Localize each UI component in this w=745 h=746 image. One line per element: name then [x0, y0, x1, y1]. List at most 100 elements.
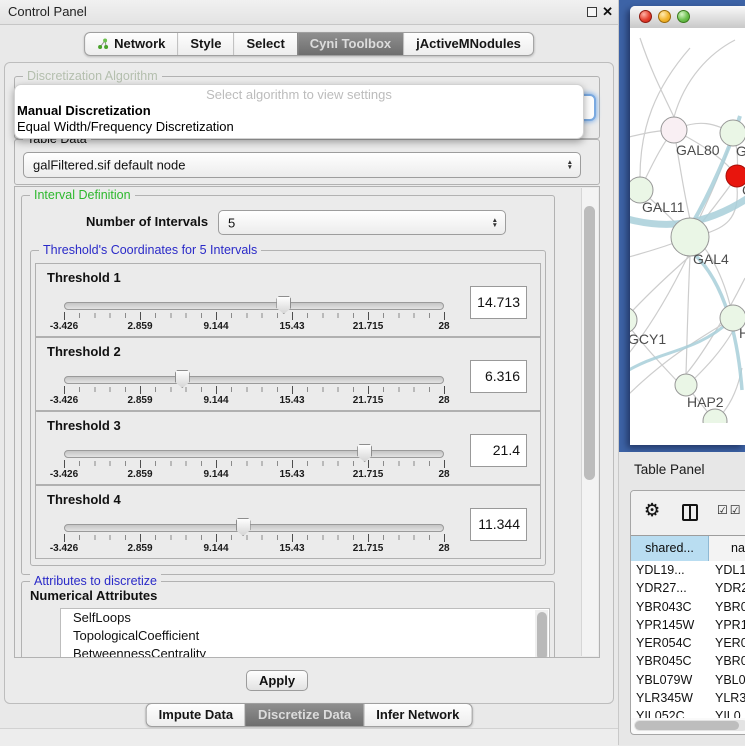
attribute-list-item[interactable]: TopologicalCoefficient [61, 627, 549, 645]
slider-tick-label: 15.43 [279, 321, 304, 332]
list-scrollbar-thumb[interactable] [537, 612, 547, 658]
dropdown-option-equal-width[interactable]: Equal Width/Frequency Discretization [15, 119, 583, 135]
slider-tick-label: 21.715 [353, 469, 384, 480]
graph-edge[interactable] [640, 38, 674, 117]
cell-shared-name[interactable]: YLR345W [631, 689, 709, 707]
cell-name[interactable]: YIL0 [709, 707, 745, 718]
graph-edge[interactable] [630, 320, 676, 380]
window-zoom-button[interactable] [677, 10, 690, 23]
table-row[interactable]: YLR345WYLR3 [631, 689, 745, 707]
window-minimize-button[interactable] [658, 10, 671, 23]
thresholds-group-title: Threshold's Coordinates for 5 Intervals [39, 243, 261, 257]
number-of-intervals-combobox[interactable]: 5 ▲▼ [218, 210, 506, 235]
cell-name[interactable]: YPR1 [709, 616, 745, 634]
settings-scrollbar[interactable] [581, 188, 598, 656]
table-row[interactable]: YDL19...YDL1 [631, 561, 745, 579]
graph-edge[interactable] [630, 256, 690, 320]
slider-thumb[interactable] [357, 444, 372, 462]
table-row[interactable]: YER054CYER0 [631, 634, 745, 652]
graph-node[interactable] [675, 374, 697, 396]
settings-scrollbar-thumb[interactable] [584, 206, 595, 480]
table-row[interactable]: YBR043CYBR0 [631, 598, 745, 616]
tab-select[interactable]: Select [233, 33, 296, 55]
threshold-value-field[interactable]: 6.316 [470, 360, 527, 393]
cell-shared-name[interactable]: YDR27... [631, 579, 709, 597]
cell-shared-name[interactable]: YER054C [631, 634, 709, 652]
slider-tick-label: 28 [438, 469, 449, 480]
tab-jactivemnodules-label: jActiveMNodules [416, 36, 521, 51]
attribute-list-item[interactable]: BetweennessCentrality [61, 645, 549, 658]
cell-name[interactable]: YLR3 [709, 689, 745, 707]
table-row[interactable]: YIL052CYIL0 [631, 707, 745, 718]
column-header-shared-name[interactable]: shared... [631, 536, 709, 561]
cell-shared-name[interactable]: YBR045C [631, 652, 709, 670]
cell-name[interactable]: YBR0 [709, 652, 745, 670]
column-header-name[interactable]: na [709, 536, 745, 561]
bottom-strip [0, 728, 618, 746]
cell-name[interactable]: YDL1 [709, 561, 745, 579]
table-row[interactable]: YBR045CYBR0 [631, 652, 745, 670]
cell-shared-name[interactable]: YBL079W [631, 671, 709, 689]
table-horizontal-scrollbar[interactable] [634, 720, 745, 731]
threshold-slider[interactable]: -3.4262.8599.14415.4321.71528 [64, 370, 444, 406]
graph-edge[interactable] [686, 256, 690, 374]
tab-impute-data[interactable]: Impute Data [147, 704, 245, 726]
slider-track[interactable] [64, 376, 444, 384]
node-table: ⚙ ☑☑ shared... na YDL19...YDL1YDR27...YD… [630, 490, 745, 735]
dropdown-option-manual[interactable]: Manual Discretization [15, 103, 583, 119]
apply-button[interactable]: Apply [246, 670, 308, 691]
network-window-titlebar[interactable] [630, 6, 745, 29]
tab-jactivemnodules[interactable]: jActiveMNodules [403, 33, 533, 55]
table-data-combobox[interactable]: galFiltered.sif default node ▲▼ [23, 152, 581, 178]
threshold-value-field[interactable]: 11.344 [470, 508, 527, 541]
slider-thumb[interactable] [276, 296, 291, 314]
close-icon[interactable]: ✕ [602, 4, 613, 20]
tab-infer-network[interactable]: Infer Network [363, 704, 471, 726]
tab-discretize-data[interactable]: Discretize Data [245, 704, 363, 726]
control-panel-titlebar: Control Panel ✕ [0, 0, 618, 25]
cell-name[interactable]: YBL0 [709, 671, 745, 689]
cell-shared-name[interactable]: YIL052C [631, 707, 709, 718]
gear-icon[interactable]: ⚙ [644, 500, 660, 521]
network-canvas[interactable]: GAL80GACGAL11GAL4GCY1HHAP2 [630, 28, 745, 423]
slider-track[interactable] [64, 450, 444, 458]
table-header-row: shared... na [631, 535, 745, 562]
network-graph: GAL80GACGAL11GAL4GCY1HHAP2 [630, 28, 745, 423]
table-row[interactable]: YPR145WYPR1 [631, 616, 745, 634]
list-scrollbar[interactable] [535, 610, 548, 658]
cell-name[interactable]: YER0 [709, 634, 745, 652]
threshold-value-field[interactable]: 14.713 [470, 286, 527, 319]
graph-node[interactable] [630, 307, 637, 333]
slider-thumb[interactable] [175, 370, 190, 388]
cell-shared-name[interactable]: YBR043C [631, 598, 709, 616]
cell-shared-name[interactable]: YPR145W [631, 616, 709, 634]
table-row[interactable]: YBL079WYBL0 [631, 671, 745, 689]
graph-edge[interactable] [674, 40, 735, 117]
attribute-list-item[interactable]: SelfLoops [61, 609, 549, 627]
cell-name[interactable]: YBR0 [709, 598, 745, 616]
slider-thumb[interactable] [236, 518, 251, 536]
checkbox-icons[interactable]: ☑☑ [717, 503, 743, 517]
float-window-icon[interactable] [587, 7, 597, 17]
table-panel-title: Table Panel [634, 462, 705, 477]
graph-node[interactable] [661, 117, 687, 143]
numerical-attributes-list[interactable]: SelfLoopsTopologicalCoefficientBetweenne… [60, 608, 550, 658]
split-columns-icon[interactable] [682, 504, 698, 521]
table-scrollbar-thumb[interactable] [635, 721, 739, 730]
cell-name[interactable]: YDR2 [709, 579, 745, 597]
slider-tick-label: 9.144 [203, 321, 228, 332]
window-close-button[interactable] [639, 10, 652, 23]
threshold-slider[interactable]: -3.4262.8599.14415.4321.71528 [64, 518, 444, 554]
tab-network[interactable]: Network [85, 33, 177, 55]
tab-style[interactable]: Style [177, 33, 233, 55]
network-window[interactable]: GAL80GACGAL11GAL4GCY1HHAP2 [630, 6, 745, 445]
cell-shared-name[interactable]: YDL19... [631, 561, 709, 579]
threshold-slider[interactable]: -3.4262.8599.14415.4321.71528 [64, 444, 444, 480]
threshold-slider[interactable]: -3.4262.8599.14415.4321.71528 [64, 296, 444, 332]
slider-track[interactable] [64, 302, 444, 310]
combo-stepper-icon: ▲▼ [567, 160, 573, 170]
tab-cyni-toolbox[interactable]: Cyni Toolbox [297, 33, 403, 55]
table-row[interactable]: YDR27...YDR2 [631, 579, 745, 597]
threshold-value-field[interactable]: 21.4 [470, 434, 527, 467]
slider-track[interactable] [64, 524, 444, 532]
